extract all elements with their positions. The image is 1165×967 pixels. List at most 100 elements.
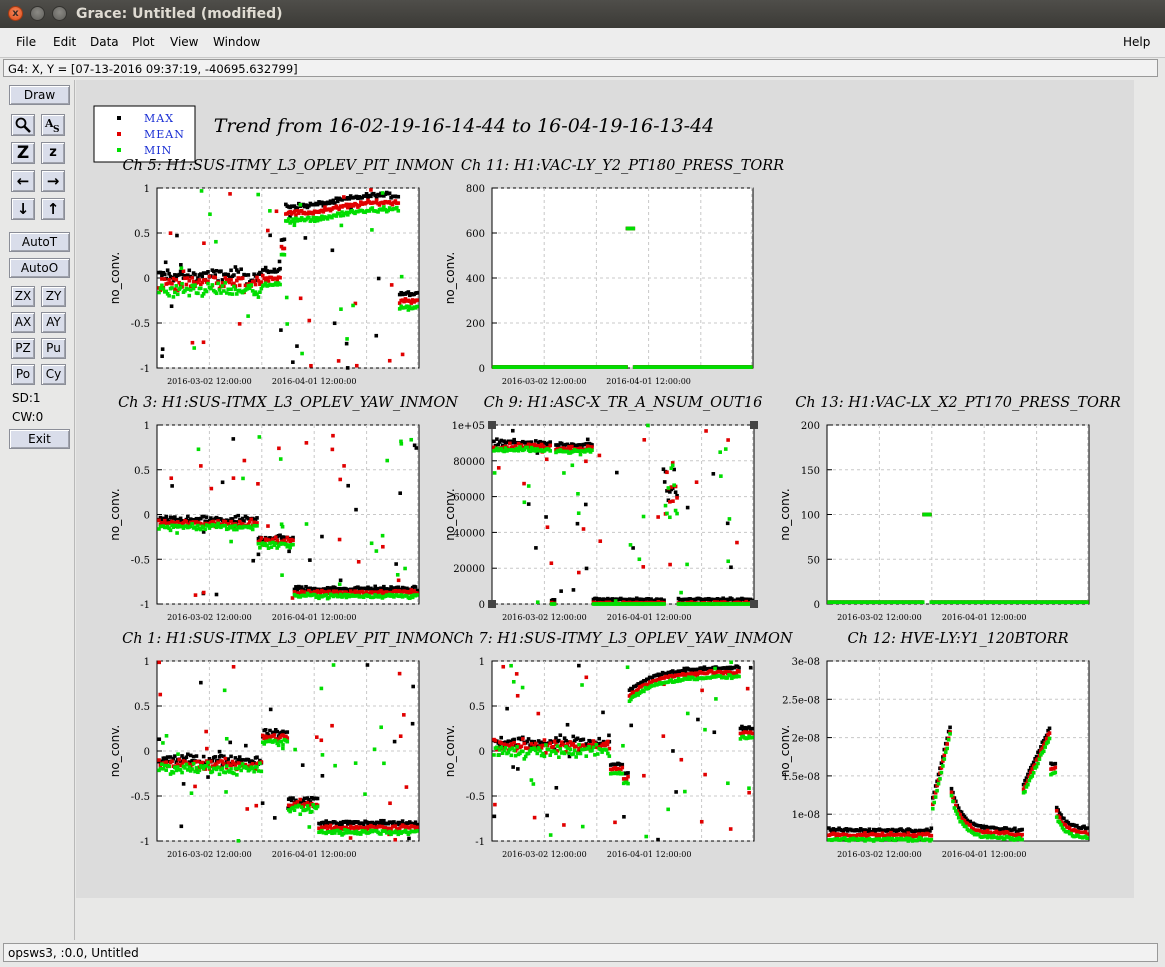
y-tick-label: 2.5e-08	[782, 695, 820, 706]
y-tick-label: 0	[144, 274, 150, 285]
data-point	[193, 272, 197, 277]
data-point	[298, 797, 303, 802]
selection-handle[interactable]	[750, 600, 758, 608]
data-point	[255, 755, 259, 760]
draw-button[interactable]: Draw	[9, 85, 70, 105]
data-point	[381, 544, 385, 549]
minimize-window-button[interactable]	[30, 6, 45, 21]
data-point	[236, 839, 241, 843]
data-point	[674, 790, 678, 794]
pop-button[interactable]: Po	[11, 364, 35, 385]
y-axis-label: no_conv.	[443, 252, 457, 304]
graph-canvas[interactable]: Trend from 16-02-19-16-14-44 to 16-04-19…	[76, 80, 1158, 940]
data-point	[415, 825, 419, 830]
scroll-left-button[interactable]: ←	[11, 170, 35, 192]
data-point	[554, 751, 558, 756]
maximize-window-button[interactable]	[52, 6, 67, 21]
data-point	[735, 540, 739, 545]
data-point	[508, 441, 512, 446]
data-point	[224, 764, 229, 768]
data-point	[671, 499, 675, 503]
zoom-in-button[interactable]: Z	[11, 142, 35, 164]
zoom-button[interactable]	[11, 114, 35, 136]
chart-panel: Ch 3: H1:SUS-ITMX_L3_OPLEV_YAW_INMON10.5…	[108, 395, 459, 622]
selection-handle[interactable]	[488, 421, 496, 429]
data-point	[320, 753, 325, 757]
svg-text:S: S	[53, 125, 60, 135]
autotick-button[interactable]: AutoT	[9, 232, 70, 252]
data-point	[260, 801, 265, 805]
data-point	[223, 280, 228, 285]
data-point	[492, 753, 496, 757]
data-point	[578, 452, 583, 457]
data-point	[171, 295, 176, 299]
x-tick-label: 2016-04-01 12:00:00	[942, 850, 1027, 859]
data-point	[1023, 789, 1027, 794]
y-tick-label: -0.5	[131, 555, 150, 566]
scroll-right-button[interactable]: →	[41, 170, 65, 192]
zoom-x-button[interactable]: ZX	[11, 286, 35, 307]
cycle-button[interactable]: Cy	[41, 364, 66, 385]
legend: MAXMEANMIN	[93, 105, 196, 163]
data-point	[548, 833, 553, 837]
y-tick-label: 600	[466, 229, 485, 240]
data-point	[514, 672, 519, 676]
data-point	[190, 340, 195, 345]
close-window-button[interactable]: x	[8, 6, 23, 21]
autoscale-button[interactable]: AutoO	[9, 258, 70, 278]
x-tick-label: 2016-03-02 12:00:00	[837, 613, 922, 622]
data-point	[544, 515, 548, 519]
data-point	[308, 558, 312, 562]
selection-handle[interactable]	[488, 600, 496, 608]
data-point	[581, 527, 586, 531]
data-point	[503, 746, 508, 750]
pu-button[interactable]: Pu	[41, 338, 66, 359]
menu-data[interactable]: Data	[90, 35, 119, 49]
zoom-out-button[interactable]: z	[41, 142, 65, 164]
data-point	[162, 277, 167, 281]
data-point	[258, 290, 262, 295]
x-tick-label: 2016-03-02 12:00:00	[502, 850, 587, 859]
push-zoom-button[interactable]: PZ	[11, 338, 35, 359]
y-tick-label: 1	[144, 184, 150, 195]
autoscale-text-button[interactable]: AS	[41, 114, 65, 136]
data-point	[200, 274, 205, 279]
autoscale-y-button[interactable]: AY	[41, 312, 66, 333]
data-point	[201, 754, 206, 759]
data-point	[389, 283, 394, 287]
zoom-y-button[interactable]: ZY	[41, 286, 66, 307]
data-point	[942, 753, 947, 758]
data-point	[157, 290, 161, 295]
autoscale-x-button[interactable]: AX	[11, 312, 35, 333]
y-tick-label: 0	[479, 364, 485, 375]
chart-title: Ch 3: H1:SUS-ITMX_L3_OPLEV_YAW_INMON	[118, 395, 459, 411]
data-point	[396, 578, 401, 583]
menu-file[interactable]: File	[16, 35, 36, 49]
scroll-up-button[interactable]: ↑	[41, 198, 65, 220]
y-axis-label: no_conv.	[778, 725, 792, 777]
data-point	[258, 761, 262, 766]
x-tick-label: 2016-03-02 12:00:00	[167, 377, 252, 386]
data-point	[382, 761, 386, 766]
data-point	[258, 545, 262, 550]
data-point	[1020, 837, 1024, 842]
menu-view[interactable]: View	[170, 35, 198, 49]
exit-button[interactable]: Exit	[9, 429, 70, 449]
data-point	[187, 293, 192, 298]
data-point	[942, 757, 947, 761]
selection-handle[interactable]	[750, 421, 758, 429]
scroll-down-button[interactable]: ↓	[11, 198, 35, 220]
menu-plot[interactable]: Plot	[132, 35, 155, 49]
data-point	[407, 836, 411, 841]
menu-window[interactable]: Window	[213, 35, 260, 49]
data-point	[941, 764, 945, 768]
data-point	[187, 268, 192, 273]
data-point	[203, 527, 207, 532]
data-point	[1041, 749, 1046, 754]
data-point	[929, 826, 934, 831]
menu-help[interactable]: Help	[1123, 35, 1150, 49]
menu-edit[interactable]: Edit	[53, 35, 76, 49]
data-point	[255, 524, 259, 528]
data-point	[515, 693, 520, 698]
data-point	[217, 772, 222, 777]
